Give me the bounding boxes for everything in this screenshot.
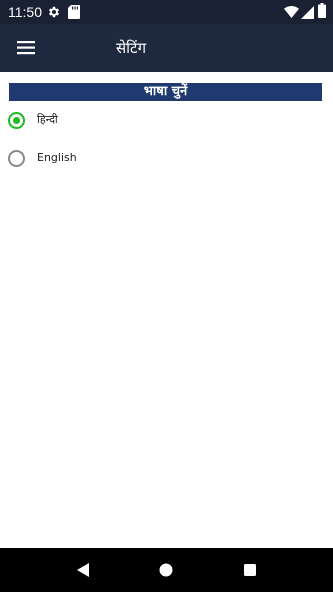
menu-button[interactable]	[10, 34, 42, 62]
settings-content: भाषा चुनें हिन्दी English	[0, 72, 333, 548]
status-time: 11:50	[8, 4, 42, 20]
language-option-label: English	[37, 151, 77, 164]
recents-icon[interactable]	[240, 560, 260, 580]
hamburger-menu-icon	[10, 41, 42, 66]
home-icon[interactable]	[156, 560, 176, 580]
language-option-label: हिन्दी	[37, 113, 58, 126]
battery-icon	[318, 3, 326, 22]
back-icon[interactable]	[74, 560, 94, 580]
screen: 11:50 सेटिंग भाषा चुनें हिन्दी English	[0, 0, 333, 592]
radio-unselected-icon[interactable]	[8, 150, 25, 167]
wifi-icon	[284, 4, 299, 23]
radio-selected-icon[interactable]	[8, 112, 25, 129]
status-bar: 11:50	[0, 0, 333, 24]
language-section-header: भाषा चुनें	[9, 83, 322, 101]
language-option-hindi[interactable]: हिन्दी	[8, 110, 208, 134]
page-title: सेटिंग	[116, 39, 147, 57]
app-bar: सेटिंग	[0, 24, 333, 72]
navigation-bar	[0, 548, 333, 592]
language-option-english[interactable]: English	[8, 148, 208, 172]
signal-icon	[301, 4, 314, 23]
gear-icon	[47, 4, 61, 23]
sd-card-icon	[68, 4, 80, 23]
